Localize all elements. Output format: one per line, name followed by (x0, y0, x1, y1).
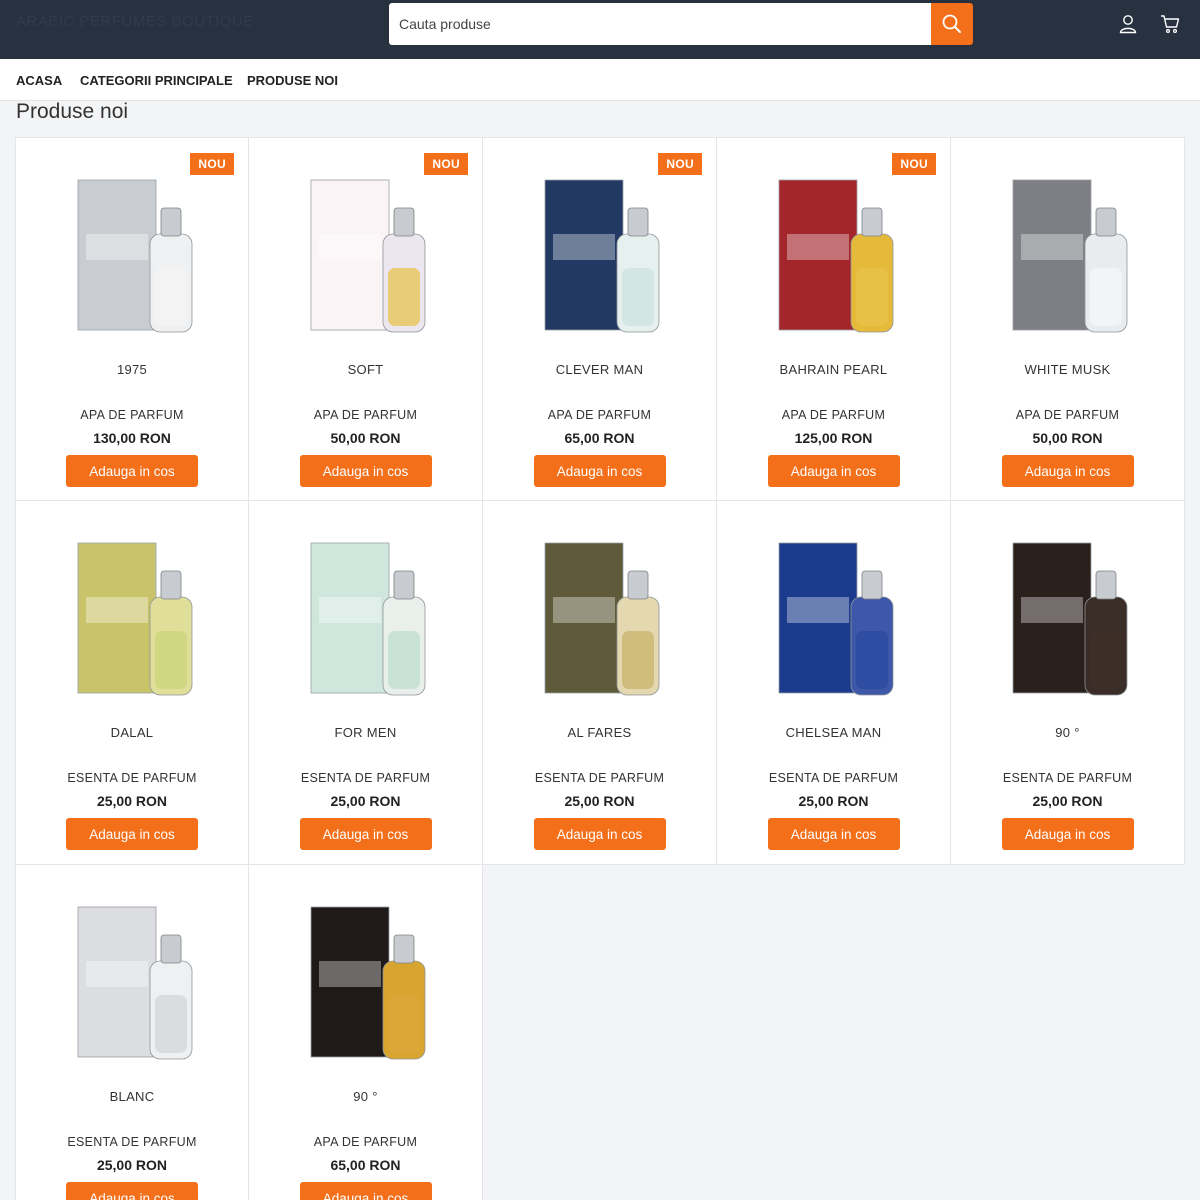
cart-button[interactable] (1160, 14, 1180, 34)
product-price: 25,00 RON (1032, 793, 1103, 809)
product-price: 50,00 RON (330, 430, 401, 446)
product-card[interactable]: NOU 1975 APA DE PARFUM 130,00 RON Adauga in … (15, 137, 249, 501)
product-price: 65,00 RON (564, 430, 635, 446)
product-name[interactable]: BLANC (16, 1089, 248, 1104)
search-input[interactable] (389, 3, 931, 45)
add-to-cart-button[interactable]: Adauga in cos (299, 455, 432, 487)
add-to-cart-button[interactable]: Adauga in cos (1001, 455, 1134, 487)
site-logo[interactable]: ARABIC PERFUMES BOUTIQUE (16, 13, 254, 30)
product-image[interactable] (261, 879, 471, 1085)
user-icon (1119, 15, 1137, 34)
product-type: APA DE PARFUM (80, 408, 184, 422)
search-icon (942, 14, 961, 33)
add-to-cart-button[interactable]: Adauga in cos (767, 818, 900, 850)
product-image[interactable] (28, 879, 238, 1085)
product-image[interactable] (963, 152, 1173, 358)
product-type: APA DE PARFUM (547, 408, 652, 422)
product-card[interactable]: BLANC ESENTA DE PARFUM 25,00 RON Adauga in … (15, 865, 249, 1200)
product-image[interactable] (28, 152, 238, 358)
product-type: ESENTA DE PARFUM (768, 771, 899, 785)
product-image[interactable] (261, 515, 471, 721)
account-button[interactable] (1118, 14, 1138, 34)
new-badge: NOU (892, 153, 936, 175)
product-image[interactable] (963, 515, 1173, 721)
search-bar (389, 3, 973, 45)
add-to-cart-button[interactable]: Adauga in cos (533, 818, 666, 850)
product-name[interactable]: AL FARES (483, 725, 716, 740)
product-type: ESENTA DE PARFUM (67, 1135, 197, 1149)
add-to-cart-button[interactable]: Adauga in cos (299, 1182, 432, 1200)
product-name[interactable]: DALAL (16, 725, 248, 740)
product-image[interactable] (729, 515, 939, 721)
product-type: ESENTA DE PARFUM (67, 771, 197, 785)
add-to-cart-button[interactable]: Adauga in cos (533, 455, 666, 487)
nav-item-produse-noi[interactable]: PRODUSE NOI (247, 73, 338, 88)
product-grid: NOU 1975 APA DE PARFUM 130,00 RON Adauga in … (15, 137, 1185, 1200)
product-price: 130,00 RON (93, 430, 171, 446)
add-to-cart-button[interactable]: Adauga in cos (66, 818, 198, 850)
product-price: 25,00 RON (330, 793, 401, 809)
product-name[interactable]: CLEVER MAN (483, 362, 716, 377)
product-price: 25,00 RON (96, 793, 168, 809)
product-name[interactable]: FOR MEN (249, 725, 482, 740)
product-price: 65,00 RON (330, 1157, 401, 1173)
new-badge: NOU (190, 153, 234, 175)
product-card[interactable]: 90 ° ESENTA DE PARFUM 25,00 RON Adauga in c… (951, 501, 1185, 865)
product-card[interactable]: AL FARES ESENTA DE PARFUM 25,00 RON Adauga … (483, 501, 717, 865)
product-name[interactable]: 90 ° (249, 1089, 482, 1104)
product-card[interactable]: NOU CLEVER MAN APA DE PARFUM 65,00 RON Adaug… (483, 137, 717, 501)
product-name[interactable]: 90 ° (951, 725, 1184, 740)
main-nav: ACASA CATEGORII PRINCIPALE PRODUSE NOI (0, 59, 1200, 101)
nav-item-categorii-principale[interactable]: CATEGORII PRINCIPALE (80, 73, 233, 88)
product-image[interactable] (495, 515, 705, 721)
product-card[interactable]: 90 ° APA DE PARFUM 65,00 RON Adauga in cos (249, 865, 483, 1200)
product-price: 125,00 RON (794, 430, 873, 446)
add-to-cart-button[interactable]: Adauga in cos (767, 455, 900, 487)
product-type: ESENTA DE PARFUM (1002, 771, 1133, 785)
product-price: 25,00 RON (798, 793, 869, 809)
product-image[interactable] (495, 152, 705, 358)
product-price: 25,00 RON (564, 793, 635, 809)
top-header: ARABIC PERFUMES BOUTIQUE (0, 0, 1200, 59)
product-type: ESENTA DE PARFUM (300, 771, 431, 785)
product-type: APA DE PARFUM (781, 408, 886, 422)
product-price: 50,00 RON (1032, 430, 1103, 446)
search-button[interactable] (931, 3, 973, 45)
product-name[interactable]: CHELSEA MAN (717, 725, 950, 740)
new-badge: NOU (658, 153, 702, 175)
cart-icon (1161, 15, 1180, 34)
product-card[interactable]: CHELSEA MAN ESENTA DE PARFUM 25,00 RON Adau… (717, 501, 951, 865)
product-card[interactable]: WHITE MUSK APA DE PARFUM 50,00 RON Adauga i… (951, 137, 1185, 501)
product-card[interactable]: FOR MEN ESENTA DE PARFUM 25,00 RON Adauga i… (249, 501, 483, 865)
product-image[interactable] (28, 515, 238, 721)
product-image[interactable] (729, 152, 939, 358)
product-type: APA DE PARFUM (313, 1135, 418, 1149)
product-image[interactable] (261, 152, 471, 358)
product-type: APA DE PARFUM (313, 408, 418, 422)
add-to-cart-button[interactable]: Adauga in cos (66, 455, 198, 487)
nav-item-acasa[interactable]: ACASA (16, 73, 62, 88)
add-to-cart-button[interactable]: Adauga in cos (66, 1182, 198, 1200)
product-card[interactable]: NOU SOFT APA DE PARFUM 50,00 RON Adauga in c… (249, 137, 483, 501)
add-to-cart-button[interactable]: Adauga in cos (1001, 818, 1134, 850)
product-type: ESENTA DE PARFUM (534, 771, 665, 785)
new-badge: NOU (424, 153, 468, 175)
product-name[interactable]: SOFT (249, 362, 482, 377)
product-type: APA DE PARFUM (1015, 408, 1120, 422)
add-to-cart-button[interactable]: Adauga in cos (299, 818, 432, 850)
product-card[interactable]: NOU BAHRAIN PEARL APA DE PARFUM 125,00 RON A… (717, 137, 951, 501)
product-name[interactable]: BAHRAIN PEARL (717, 362, 950, 377)
page-title: Produse noi (16, 100, 129, 123)
product-card[interactable]: DALAL ESENTA DE PARFUM 25,00 RON Adauga in … (15, 501, 249, 865)
product-price: 25,00 RON (96, 1157, 168, 1173)
product-name[interactable]: 1975 (16, 362, 248, 377)
product-name[interactable]: WHITE MUSK (951, 362, 1184, 377)
